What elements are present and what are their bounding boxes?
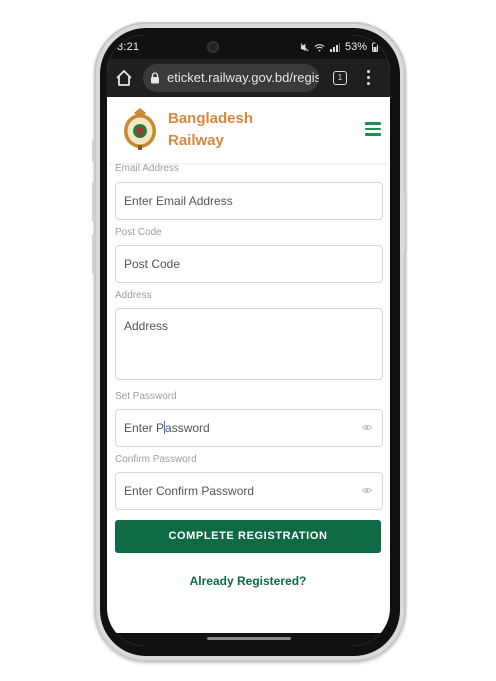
lock-icon [151, 72, 159, 84]
home-icon[interactable] [115, 69, 133, 87]
post-code-label: Post Code [115, 227, 162, 238]
signal-icon [329, 42, 340, 52]
address-bar[interactable]: eticket.railway.gov.bd/regis [143, 64, 319, 92]
wifi-icon [314, 43, 325, 52]
set-password-placeholder: Enter Password [124, 421, 210, 435]
post-code-placeholder: Post Code [124, 257, 181, 271]
home-indicator[interactable] [207, 637, 291, 640]
brand-name: Bangladesh Railway [168, 108, 253, 152]
tab-switcher-button[interactable]: 1 [333, 71, 347, 85]
email-placeholder: Enter Email Address [124, 194, 233, 208]
post-code-field[interactable]: Post Code [115, 245, 383, 283]
eye-icon[interactable] [362, 424, 372, 431]
status-bar: 3:21 53% [107, 35, 390, 59]
railway-logo [124, 108, 156, 150]
confirm-password-field[interactable]: Enter Confirm Password [115, 472, 383, 510]
set-password-field[interactable]: Enter Password [115, 409, 383, 447]
site-header: Bangladesh Railway [107, 97, 390, 163]
url-text: eticket.railway.gov.bd/regis [167, 70, 319, 85]
brand-line-2: Railway [168, 132, 224, 149]
browser-toolbar: eticket.railway.gov.bd/regis 1 [107, 59, 390, 97]
address-label: Address [115, 290, 152, 301]
phone-side-button-left-2 [92, 182, 95, 222]
email-field[interactable]: Enter Email Address [115, 182, 383, 220]
already-registered-link[interactable]: Already Registered? [115, 574, 381, 588]
status-icons: 53% [300, 41, 378, 53]
set-password-label: Set Password [115, 391, 177, 402]
complete-registration-button[interactable]: COMPLETE REGISTRATION [115, 520, 381, 553]
confirm-password-label: Confirm Password [115, 454, 197, 465]
address-textarea[interactable]: Address [115, 308, 383, 380]
email-label: Email Address [115, 163, 179, 174]
battery-icon [372, 42, 378, 52]
menu-dots-icon[interactable] [367, 70, 371, 86]
mute-icon [300, 43, 309, 51]
battery-percent: 53% [344, 41, 367, 53]
gesture-nav-bar [107, 633, 390, 646]
brand-line-1: Bangladesh [168, 110, 254, 127]
phone-side-button-right [404, 192, 407, 252]
status-time: 3:21 [117, 41, 140, 53]
phone-side-button-left-1 [92, 140, 95, 162]
placeholder-start: Enter P [124, 421, 165, 435]
address-placeholder: Address [124, 319, 169, 333]
phone-side-button-left-3 [92, 234, 95, 274]
phone-screen: 3:21 53% eticket.railway.gov.bd/regis 1 [107, 35, 390, 646]
eye-icon[interactable] [362, 487, 372, 494]
hamburger-icon[interactable] [365, 122, 381, 136]
confirm-password-placeholder: Enter Confirm Password [124, 484, 255, 498]
front-camera [207, 41, 219, 53]
placeholder-end: assword [165, 421, 210, 435]
